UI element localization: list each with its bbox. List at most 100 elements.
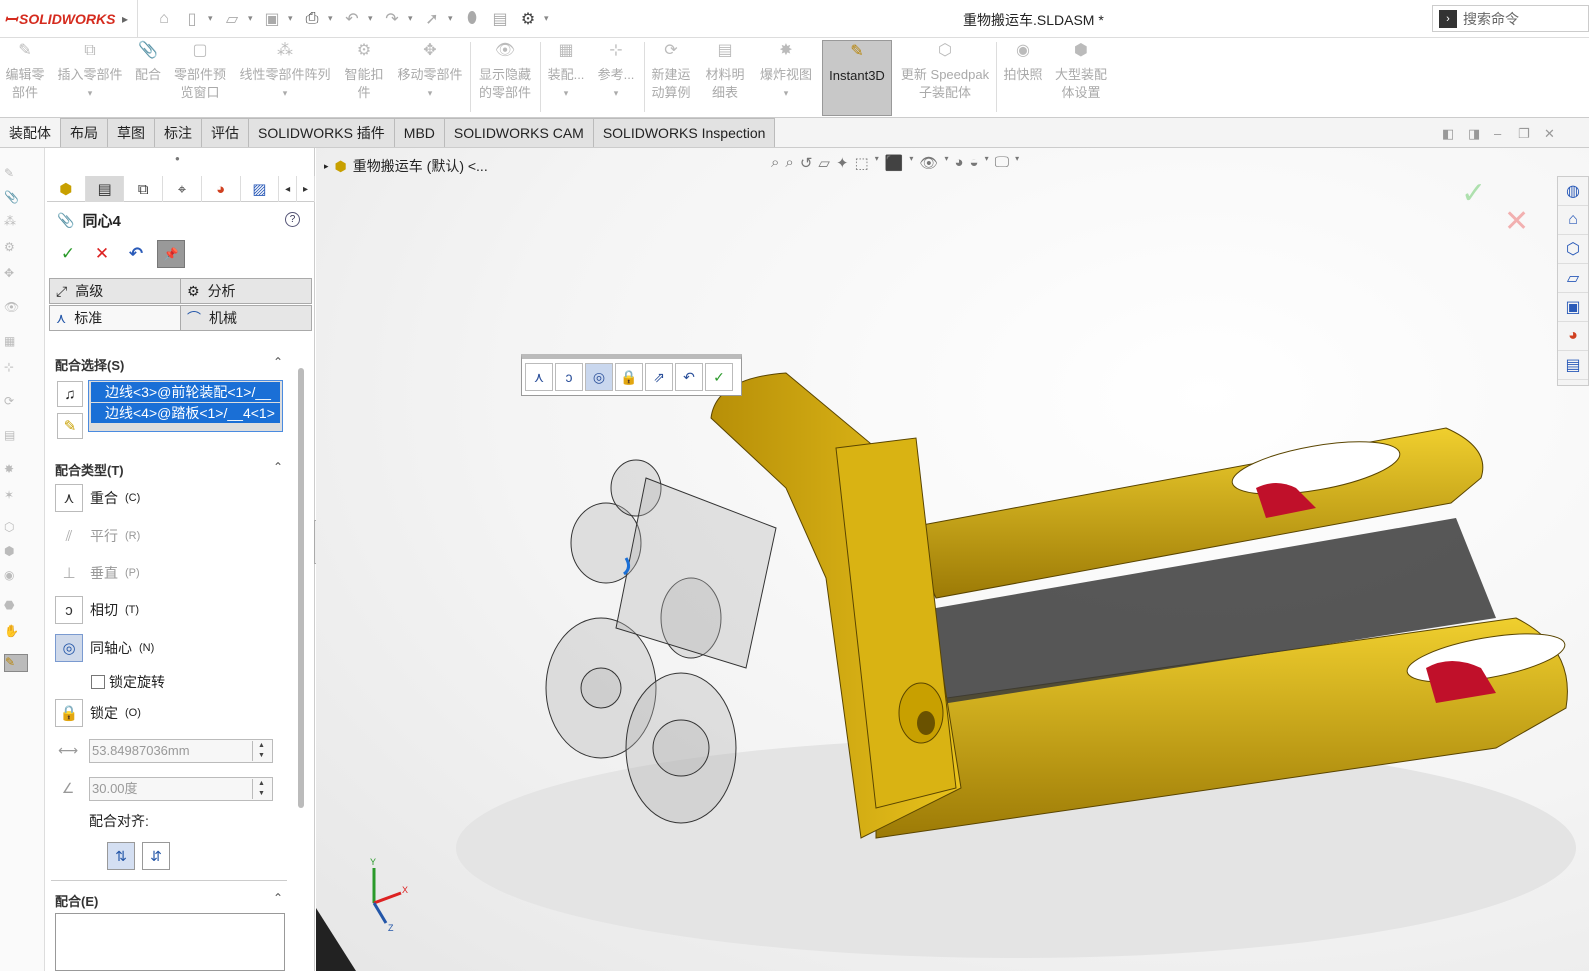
config-icon[interactable]: ⬢ <box>4 544 24 562</box>
tangent-option[interactable]: ↄ 相切 (T) <box>55 596 139 624</box>
tab-assembly[interactable]: 装配体 <box>0 118 61 147</box>
motion-study-button[interactable]: ⟳ 新建运 动算例 <box>647 40 695 116</box>
tab-mechanical[interactable]: ⌒ 机械 <box>180 305 312 331</box>
large-assembly-icon[interactable]: ⬣ <box>4 598 24 616</box>
configuration-manager-tab[interactable]: ⧉ <box>124 176 164 202</box>
clear-selection-icon[interactable]: ✎ <box>57 413 83 439</box>
preview-window-button[interactable]: ▢ 零部件预 览窗口 <box>168 40 232 116</box>
undo-button[interactable]: ↶ <box>123 241 149 267</box>
open-icon[interactable]: ▱ <box>220 8 244 30</box>
chevron-down-icon[interactable]: ▾ <box>408 13 416 24</box>
move-icon[interactable]: ✥ <box>4 266 24 284</box>
cancel-button[interactable]: ✕ <box>89 241 115 267</box>
solidworks-logo[interactable]: ꟷ SOLIDWORKS <box>0 0 122 38</box>
reference-icon[interactable]: ⊹ <box>4 360 24 378</box>
minimize-icon[interactable]: – <box>1494 126 1501 141</box>
selection-item[interactable]: 边线<3>@前轮装配<1>/__ <box>91 382 280 402</box>
undo-icon[interactable]: ↶ <box>675 363 703 391</box>
file-explorer-icon[interactable]: ▱ <box>1558 264 1588 293</box>
view-palette-icon[interactable]: ▣ <box>1558 293 1588 322</box>
tab-markup[interactable]: 标注 <box>155 118 202 147</box>
angle-field[interactable]: 30.00度 ▲ ▼ <box>89 777 273 801</box>
ok-button[interactable]: ✓ <box>55 241 81 267</box>
home-icon[interactable]: ⌂ <box>152 8 176 30</box>
hand-icon[interactable]: ✋ <box>4 624 24 642</box>
tile-left-icon[interactable]: ◧ <box>1442 126 1454 142</box>
cam-manager-tab[interactable]: ▨ <box>241 176 280 202</box>
mate-types-header[interactable]: 配合类型(T) <box>55 460 124 479</box>
tab-layout[interactable]: 布局 <box>61 118 108 147</box>
mates-header[interactable]: 配合(E) <box>55 891 98 910</box>
file-properties-icon[interactable]: ▤ <box>488 8 512 30</box>
close-icon[interactable]: ✕ <box>1544 126 1555 142</box>
anti-aligned-button[interactable]: ⇵ <box>142 842 170 870</box>
chevron-down-icon[interactable]: ▾ <box>328 13 336 24</box>
speedpak-icon[interactable]: ⬡ <box>4 520 24 538</box>
tangent-icon[interactable]: ↄ <box>555 363 583 391</box>
search-input[interactable]: 搜索命令 <box>1463 9 1519 29</box>
perpendicular-option[interactable]: ⊥ 垂直 (P) <box>55 559 139 587</box>
aligned-button[interactable]: ⇅ <box>107 842 135 870</box>
chevron-down-icon[interactable]: ▾ <box>288 13 296 24</box>
pin-button[interactable]: 📌 <box>157 240 185 268</box>
coincident-option[interactable]: ⋏ 重合 (C) <box>55 484 140 512</box>
parallel-option[interactable]: ⫽ 平行 (R) <box>55 522 141 550</box>
display-manager-tab[interactable]: ◕ <box>202 176 241 202</box>
dimxpert-manager-tab[interactable]: ⌖ <box>163 176 202 202</box>
lock-option[interactable]: 🔒 锁定 (O) <box>55 699 141 727</box>
smart-fastener-button[interactable]: ⚙ 智能扣 件 <box>340 40 388 116</box>
fastener-icon[interactable]: ⚙ <box>4 240 24 258</box>
tab-addins[interactable]: SOLIDWORKS 插件 <box>249 118 395 147</box>
mate-selections-header[interactable]: 配合选择(S) <box>55 355 124 374</box>
property-manager-tab[interactable]: ▤ <box>85 176 125 202</box>
redo-icon[interactable]: ↷ <box>380 8 404 30</box>
save-icon[interactable]: ▣ <box>260 8 284 30</box>
restore-icon[interactable]: ❐ <box>1518 126 1530 142</box>
edit-component-button[interactable]: ✎ 编辑零 部件 <box>2 40 48 116</box>
help-icon[interactable]: ? <box>285 212 300 227</box>
speedpak-button[interactable]: ⬡ 更新 Speedpak 子装配体 <box>897 40 993 116</box>
show-hidden-button[interactable]: 👁 显示隐藏 的零部件 <box>473 40 537 116</box>
undo-icon[interactable]: ↶ <box>340 8 364 30</box>
design-library-icon[interactable]: ⬡ <box>1558 235 1588 264</box>
bom-button[interactable]: ▤ 材料明 细表 <box>701 40 749 116</box>
pattern-icon[interactable]: ⁂ <box>4 214 24 232</box>
collapse-icon[interactable]: ⌃ <box>273 355 283 369</box>
tab-inspection[interactable]: SOLIDWORKS Inspection <box>593 118 776 147</box>
mates-list[interactable] <box>55 913 285 971</box>
new-file-icon[interactable]: ▯ <box>180 8 204 30</box>
distance-field[interactable]: 53.84987036mm ▲ ▼ <box>89 739 273 763</box>
explode-icon[interactable]: ✸ <box>4 462 24 480</box>
snapshot-button[interactable]: ◉ 拍快照 <box>1000 40 1046 116</box>
checkbox-box[interactable] <box>91 675 105 689</box>
edit-component-icon[interactable]: ✎ <box>4 166 24 184</box>
show-hidden-icon[interactable]: 👁 <box>4 300 24 318</box>
collapse-icon[interactable]: ⌃ <box>273 891 283 905</box>
lock-icon[interactable]: 🔒 <box>615 363 643 391</box>
scroll-right-icon[interactable]: ▸ <box>297 176 315 202</box>
explode-line-icon[interactable]: ✶ <box>4 488 24 506</box>
graphics-area[interactable]: ▸ ⬢ 重物搬运车 (默认) <... ⌕ ⌕ ↺ ▱ ✦ ⬚ ▾ ⬛ ▾ 👁 ▾ ◕ ◒… <box>316 148 1589 971</box>
search-commands[interactable]: › 搜索命令 <box>1432 5 1589 32</box>
scroll-left-icon[interactable]: ◂ <box>279 176 298 202</box>
mate-selection-list[interactable]: 边线<3>@前轮装配<1>/__ 边线<4>@踏板<1>/__4<1> <box>88 380 283 432</box>
home-icon[interactable]: ⌂ <box>1558 206 1588 235</box>
chevron-down-icon[interactable]: ▾ <box>208 13 216 24</box>
tile-right-icon[interactable]: ◨ <box>1468 126 1480 142</box>
appearances-icon[interactable]: ◕ <box>1558 322 1588 351</box>
custom-properties-icon[interactable]: ▤ <box>1558 351 1588 380</box>
mate-icon[interactable]: 📎 <box>4 190 24 208</box>
instant3d-icon[interactable]: ✎ <box>4 654 28 672</box>
pallet-truck-model[interactable] <box>316 148 1589 971</box>
menu-expand-icon[interactable]: ▸ <box>122 0 138 38</box>
spinner-icon[interactable]: ▲ ▼ <box>252 779 270 799</box>
tab-mbd[interactable]: MBD <box>394 118 445 147</box>
feature-manager-tab[interactable]: ⬢ <box>47 176 86 202</box>
reference-geometry-button[interactable]: ⊹ 参考... ▾ <box>593 40 639 116</box>
concentric-option[interactable]: ◎ 同轴心 (N) <box>55 634 154 662</box>
select-icon[interactable]: ➚ <box>420 8 444 30</box>
entities-icon[interactable]: ♫ <box>57 381 83 407</box>
linear-pattern-button[interactable]: ⁂ 线性零部件阵列 ▾ <box>234 40 336 116</box>
print-icon[interactable]: ⎙ <box>300 8 324 30</box>
move-component-button[interactable]: ✥ 移动零部件 ▾ <box>392 40 468 116</box>
